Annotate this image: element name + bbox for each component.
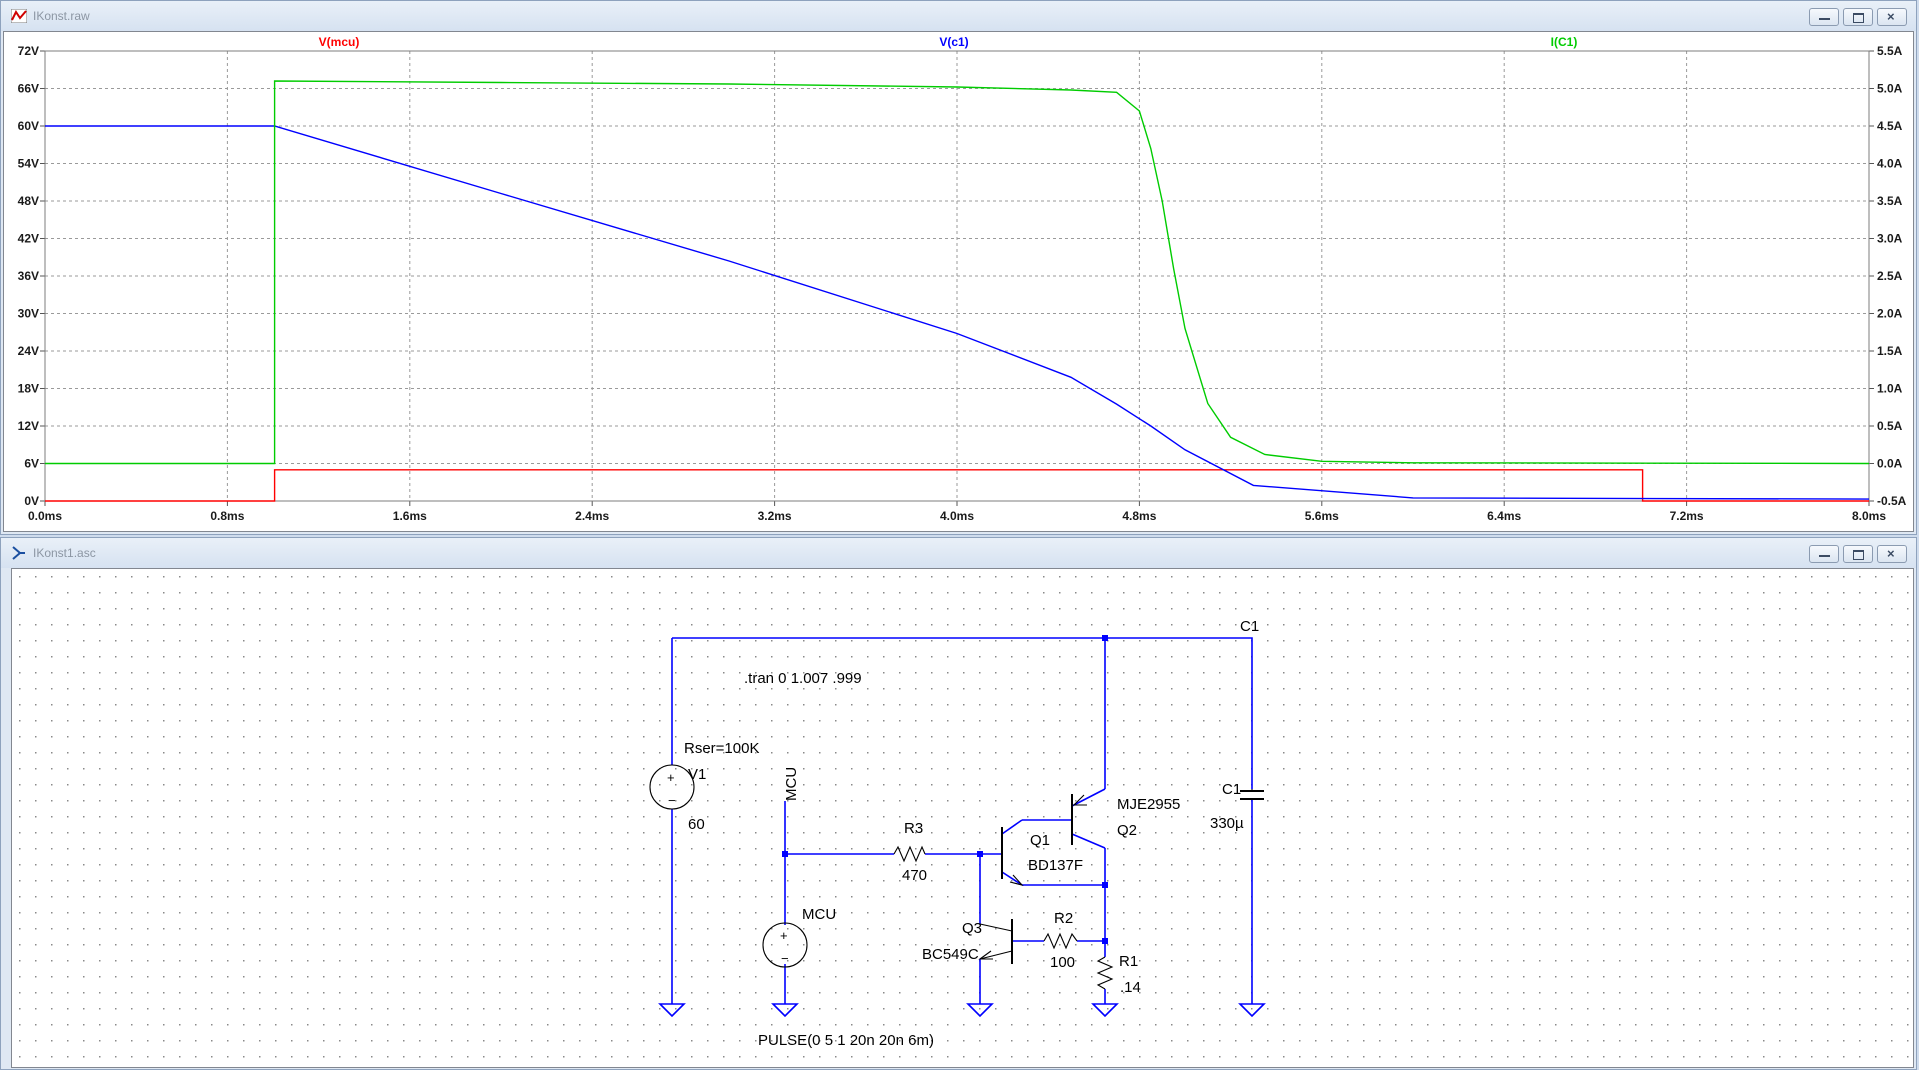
mcu-net-label[interactable]: MCU bbox=[783, 767, 800, 801]
waveform-titlebar[interactable]: IKonst.raw × bbox=[1, 1, 1916, 31]
q2-model-label[interactable]: MJE2955 bbox=[1117, 796, 1180, 813]
mcu-plus-sign: + bbox=[780, 928, 788, 943]
y2-axis-tick-label: 0.0A bbox=[1877, 457, 1903, 471]
waveform-app-icon bbox=[11, 9, 27, 23]
junction-dot bbox=[977, 851, 983, 857]
schematic-canvas[interactable]: + − + − .tran 0 1.007 .999 Rser=100K V1 … bbox=[12, 569, 1914, 1068]
y2-axis-tick-label: 1.5A bbox=[1877, 344, 1903, 358]
restore-button[interactable] bbox=[1843, 545, 1873, 563]
x-axis-tick-label: 3.2ms bbox=[758, 509, 792, 523]
y-axis-tick-label: 54V bbox=[18, 157, 39, 171]
y2-axis-tick-label: -0.5A bbox=[1877, 494, 1907, 508]
waveform-plot-pane[interactable]: 72V 5.5A 66V 5.0A 60V 4.5A 54V 4.0A 48V 3.5A 42V 3.… bbox=[3, 31, 1914, 532]
v1-name-label[interactable]: V1 bbox=[688, 766, 706, 783]
restore-icon bbox=[1853, 550, 1864, 560]
schematic-window[interactable]: IKonst1.asc × + − + − .tran 0 1.007 .999… bbox=[0, 537, 1917, 1070]
c1-top-label[interactable]: C1 bbox=[1240, 618, 1259, 635]
y2-axis-tick-label: 3.5A bbox=[1877, 194, 1903, 208]
plot-grid bbox=[40, 50, 1874, 506]
close-button[interactable]: × bbox=[1877, 545, 1907, 563]
x-axis-tick-label: 7.2ms bbox=[1670, 509, 1704, 523]
minimize-button[interactable] bbox=[1809, 8, 1839, 26]
plot-tick-labels: 72V 5.5A 66V 5.0A 60V 4.5A 54V 4.0A 48V 3.5A 42V 3.… bbox=[18, 44, 1907, 523]
r1-name-label[interactable]: R1 bbox=[1119, 953, 1138, 970]
mcu-source-label[interactable]: MCU bbox=[802, 906, 836, 923]
y-axis-tick-label: 24V bbox=[18, 344, 39, 358]
y-axis-tick-label: 18V bbox=[18, 382, 39, 396]
junction-dot bbox=[782, 851, 788, 857]
sim-directive[interactable]: .tran 0 1.007 .999 bbox=[744, 670, 862, 687]
r2-name-label[interactable]: R2 bbox=[1054, 910, 1073, 927]
x-axis-tick-label: 4.8ms bbox=[1122, 509, 1156, 523]
schematic-canvas-pane[interactable]: + − + − .tran 0 1.007 .999 Rser=100K V1 … bbox=[11, 568, 1914, 1068]
y-axis-tick-label: 6V bbox=[24, 457, 39, 471]
junction-dot bbox=[1102, 882, 1108, 888]
schematic-app-icon bbox=[12, 546, 25, 560]
y2-axis-tick-label: 1.0A bbox=[1877, 382, 1903, 396]
r3-value-label[interactable]: 470 bbox=[902, 867, 927, 884]
q1-name-label[interactable]: Q1 bbox=[1030, 832, 1050, 849]
close-icon: × bbox=[1887, 546, 1895, 561]
v1-plus-sign: + bbox=[667, 770, 675, 785]
x-axis-tick-label: 6.4ms bbox=[1487, 509, 1521, 523]
q2-name-label[interactable]: Q2 bbox=[1117, 822, 1137, 839]
mcu-minus-sign: − bbox=[781, 951, 789, 966]
close-button[interactable]: × bbox=[1877, 8, 1907, 26]
waveform-window-title: IKonst.raw bbox=[33, 9, 90, 23]
schematic-dot-grid bbox=[12, 569, 1913, 1067]
minimize-button[interactable] bbox=[1809, 545, 1839, 563]
y2-axis-tick-label: 5.5A bbox=[1877, 44, 1903, 58]
y-axis-tick-label: 66V bbox=[18, 82, 39, 96]
r1-value-label[interactable]: .14 bbox=[1120, 979, 1141, 996]
restore-icon bbox=[1853, 13, 1864, 23]
legend-trace-label[interactable]: I(C1) bbox=[1551, 35, 1578, 49]
y-axis-tick-label: 30V bbox=[18, 307, 39, 321]
c1-name-label[interactable]: C1 bbox=[1222, 781, 1241, 798]
r3-name-label[interactable]: R3 bbox=[904, 820, 923, 837]
close-icon: × bbox=[1887, 9, 1895, 24]
x-axis-tick-label: 0.0ms bbox=[28, 509, 62, 523]
x-axis-tick-label: 4.0ms bbox=[940, 509, 974, 523]
y-axis-tick-label: 72V bbox=[18, 44, 39, 58]
schematic-titlebar[interactable]: IKonst1.asc × bbox=[1, 538, 1916, 568]
y-axis-tick-label: 0V bbox=[24, 494, 39, 508]
x-axis-tick-label: 0.8ms bbox=[210, 509, 244, 523]
q3-model-label[interactable]: BC549C bbox=[922, 946, 979, 963]
pulse-spec[interactable]: PULSE(0 5 1 20n 20n 6m) bbox=[758, 1032, 934, 1049]
x-axis-tick-label: 5.6ms bbox=[1305, 509, 1339, 523]
restore-button[interactable] bbox=[1843, 8, 1873, 26]
y2-axis-tick-label: 3.0A bbox=[1877, 232, 1903, 246]
junction-dot bbox=[1102, 938, 1108, 944]
x-axis-tick-label: 1.6ms bbox=[393, 509, 427, 523]
legend-trace-label[interactable]: V(c1) bbox=[939, 35, 968, 49]
x-axis-tick-label: 8.0ms bbox=[1852, 509, 1886, 523]
v1-rser-label[interactable]: Rser=100K bbox=[684, 740, 759, 757]
y2-axis-tick-label: 4.0A bbox=[1877, 157, 1903, 171]
x-axis-tick-label: 2.4ms bbox=[575, 509, 609, 523]
y-axis-tick-label: 12V bbox=[18, 419, 39, 433]
y-axis-tick-label: 48V bbox=[18, 194, 39, 208]
y2-axis-tick-label: 4.5A bbox=[1877, 119, 1903, 133]
junction-dot bbox=[1102, 635, 1108, 641]
y2-axis-tick-label: 2.0A bbox=[1877, 307, 1903, 321]
y2-axis-tick-label: 2.5A bbox=[1877, 269, 1903, 283]
y-axis-tick-label: 60V bbox=[18, 119, 39, 133]
q3-name-label[interactable]: Q3 bbox=[962, 920, 982, 937]
c1-value-label[interactable]: 330µ bbox=[1210, 815, 1244, 832]
waveform-plot[interactable]: 72V 5.5A 66V 5.0A 60V 4.5A 54V 4.0A 48V 3.5A 42V 3.… bbox=[4, 32, 1914, 532]
minimize-icon bbox=[1819, 555, 1830, 557]
waveform-window[interactable]: IKonst.raw × 72V 5.5A 66V 5.0A 60V 4.5A 54V 4.0… bbox=[0, 0, 1917, 535]
v1-minus-sign: − bbox=[668, 793, 676, 808]
plot-legend: V(mcu) V(c1) I(C1) bbox=[319, 35, 1578, 49]
legend-trace-label[interactable]: V(mcu) bbox=[319, 35, 360, 49]
y-axis-tick-label: 42V bbox=[18, 232, 39, 246]
y2-axis-tick-label: 0.5A bbox=[1877, 419, 1903, 433]
v1-value-label[interactable]: 60 bbox=[688, 816, 705, 833]
schematic-window-title: IKonst1.asc bbox=[33, 546, 96, 560]
y-axis-tick-label: 36V bbox=[18, 269, 39, 283]
minimize-icon bbox=[1819, 18, 1830, 20]
r2-value-label[interactable]: 100 bbox=[1050, 954, 1075, 971]
y2-axis-tick-label: 5.0A bbox=[1877, 82, 1903, 96]
q1-model-label[interactable]: BD137F bbox=[1028, 857, 1083, 874]
